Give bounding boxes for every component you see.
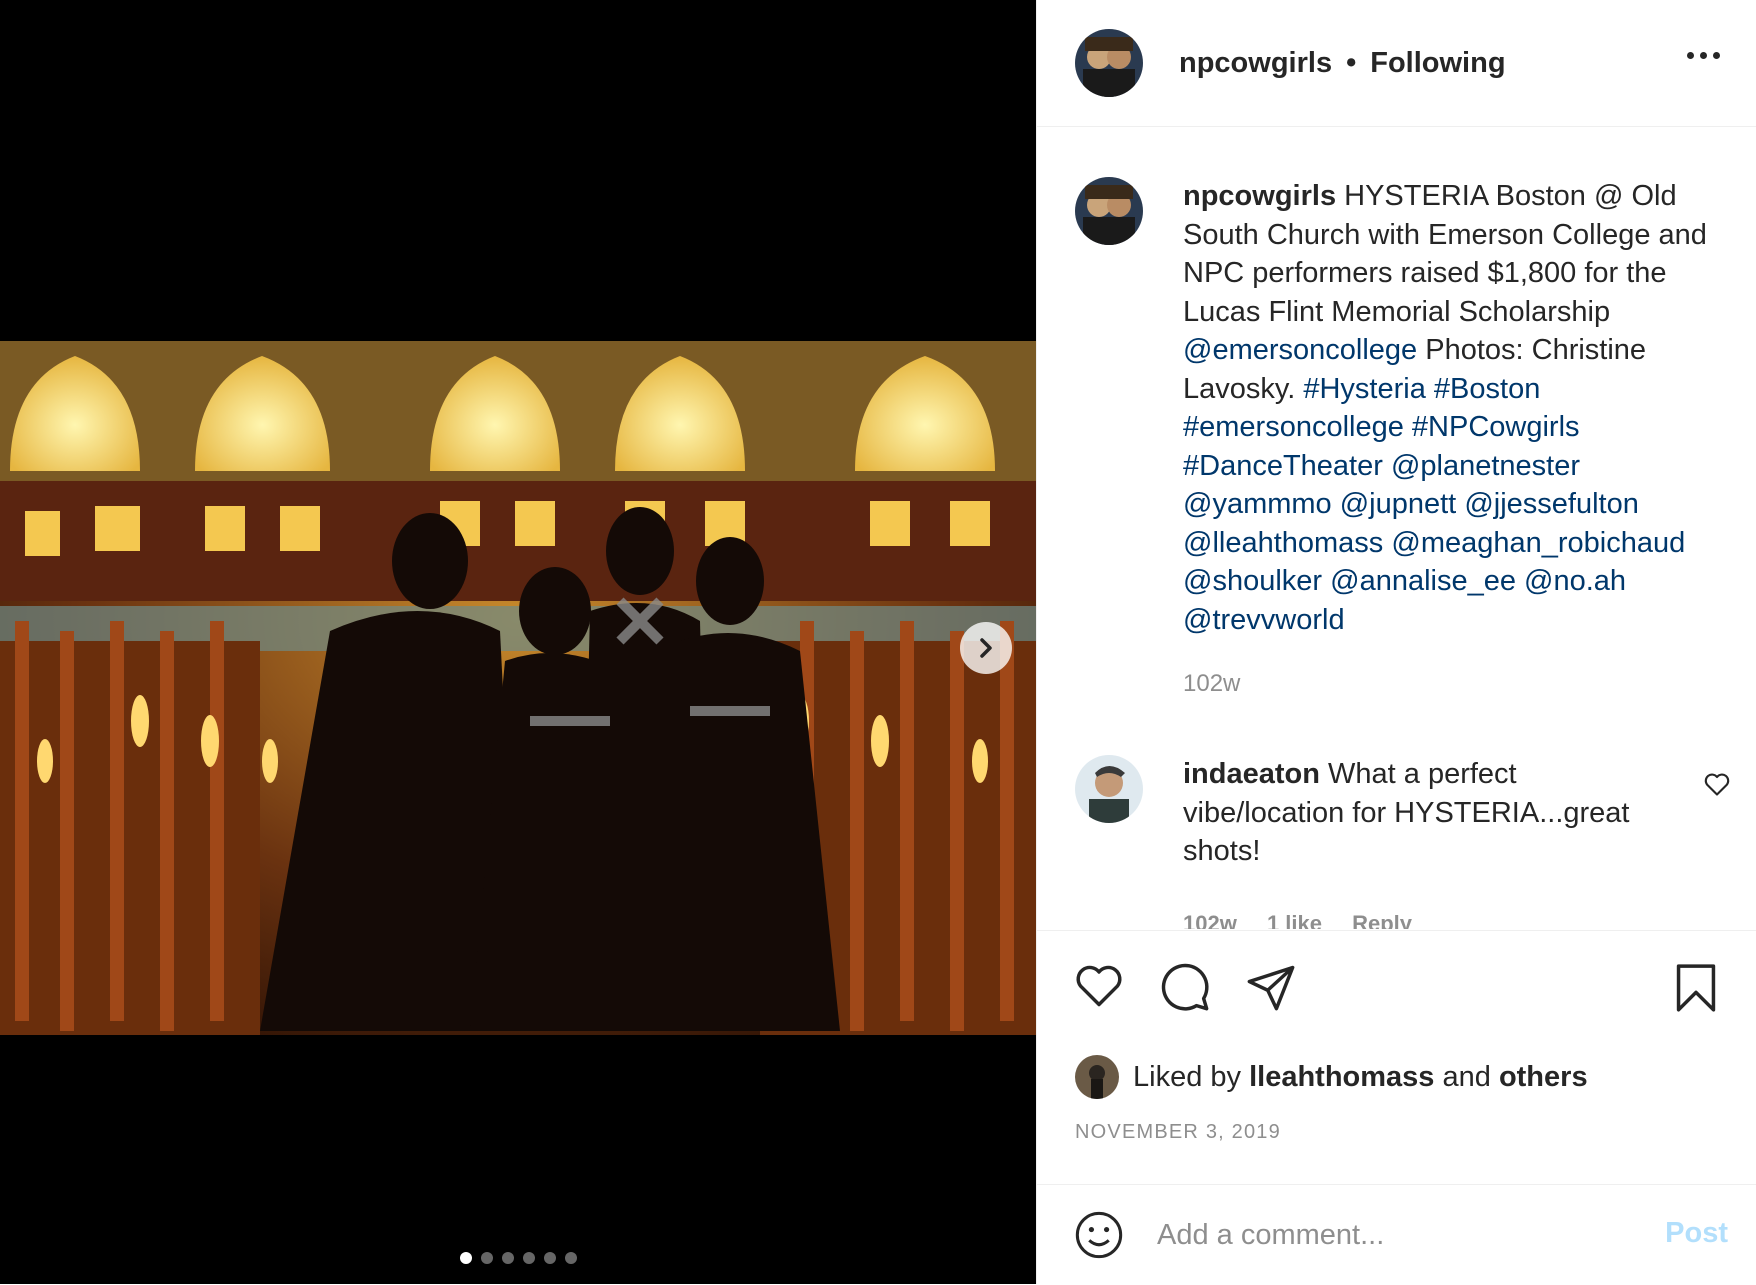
carousel-dot (564, 1252, 577, 1264)
mention-link[interactable]: @annalise_ee (1330, 565, 1516, 597)
chevron-right-icon (980, 638, 992, 658)
liker-avatar[interactable] (1075, 1055, 1119, 1099)
mention-link[interactable]: @planetnester (1391, 450, 1580, 482)
action-icons (1073, 961, 1720, 1013)
mention-link[interactable]: @lleahthomass (1183, 527, 1383, 559)
author-avatar[interactable] (1075, 29, 1143, 97)
following-button[interactable]: Following (1370, 47, 1505, 80)
mention-link[interactable]: @jupnett (1340, 488, 1457, 520)
mention-link[interactable]: @shoulker (1183, 565, 1322, 597)
liked-and: and (1442, 1060, 1491, 1093)
comment-meta: 102w 1 like Reply (1183, 905, 1683, 930)
media-viewer (0, 0, 1036, 1284)
carousel-dot (543, 1252, 556, 1264)
post-actions: Liked by lleahthomass and others NOVEMBE… (1037, 930, 1756, 1185)
commenter-avatar[interactable] (1075, 755, 1143, 823)
caption: npcowgirls HYSTERIA Boston @ Old South C… (1075, 177, 1723, 704)
liked-others[interactable]: others (1499, 1061, 1588, 1094)
hashtag-link[interactable]: #Hysteria (1303, 373, 1426, 405)
bookmark-icon[interactable] (1672, 961, 1720, 1015)
caption-mention[interactable]: @emersoncollege (1183, 334, 1417, 366)
commenter-username[interactable]: indaeaton (1183, 758, 1320, 790)
post-photo[interactable] (0, 341, 1036, 1035)
carousel-dot (459, 1252, 472, 1264)
post-comment-button[interactable]: Post (1665, 1217, 1728, 1250)
post-header: npcowgirls • Following (1037, 0, 1756, 127)
comment-like-button[interactable] (1703, 771, 1731, 802)
carousel-dot (501, 1252, 514, 1264)
mention-link[interactable]: @meaghan_robichaud (1391, 527, 1685, 559)
hashtag-link[interactable]: #NPCowgirls (1412, 411, 1580, 443)
liked-prefix: Liked by (1133, 1060, 1242, 1093)
mention-link[interactable]: @no.ah (1524, 565, 1626, 597)
carousel-dot (522, 1252, 535, 1264)
comment-input[interactable] (1155, 1217, 1659, 1253)
comment-reply-button[interactable]: Reply (1352, 911, 1412, 930)
caption-username[interactable]: npcowgirls (1183, 180, 1336, 212)
comment-time[interactable]: 102w (1183, 911, 1237, 930)
caption-text: npcowgirls HYSTERIA Boston @ Old South C… (1183, 177, 1723, 704)
author-username[interactable]: npcowgirls (1179, 47, 1332, 80)
emoji-icon[interactable] (1073, 1209, 1125, 1261)
mention-link[interactable]: @yammmo (1183, 488, 1332, 520)
hashtag-link[interactable]: #DanceTheater (1183, 450, 1383, 482)
share-icon[interactable] (1245, 961, 1297, 1013)
heart-icon (1704, 773, 1730, 796)
comment-icon[interactable] (1159, 961, 1211, 1013)
caption-timestamp[interactable]: 102w (1183, 665, 1723, 704)
heart-icon[interactable] (1073, 961, 1125, 1009)
hashtag-link[interactable]: #emersoncollege (1183, 411, 1404, 443)
post-sidebar: npcowgirls • Following npcowgirls HYSTER… (1036, 0, 1756, 1284)
mention-link[interactable]: @jjessefulton (1464, 488, 1639, 520)
next-photo-button[interactable] (960, 622, 1012, 674)
more-options-icon[interactable] (1687, 52, 1720, 59)
comment-likes[interactable]: 1 like (1267, 911, 1322, 930)
liked-user[interactable]: lleahthomass (1249, 1061, 1434, 1094)
carousel-indicator (0, 1252, 1036, 1264)
carousel-dot (480, 1252, 493, 1264)
liked-by: Liked by lleahthomass and others (1075, 1055, 1588, 1099)
caption-avatar[interactable] (1075, 177, 1143, 245)
mention-link[interactable]: @trevvworld (1183, 604, 1345, 636)
add-comment-bar: Post (1037, 1184, 1756, 1285)
hashtag-link[interactable]: #Boston (1434, 373, 1540, 405)
comment-text: indaeaton What a perfect vibe/location f… (1183, 755, 1683, 929)
comments-list[interactable]: npcowgirls HYSTERIA Boston @ Old South C… (1037, 127, 1756, 929)
header-separator: • (1346, 46, 1357, 79)
post-date[interactable]: NOVEMBER 3, 2019 (1075, 1121, 1281, 1144)
comment-item: indaeaton What a perfect vibe/location f… (1075, 755, 1731, 929)
